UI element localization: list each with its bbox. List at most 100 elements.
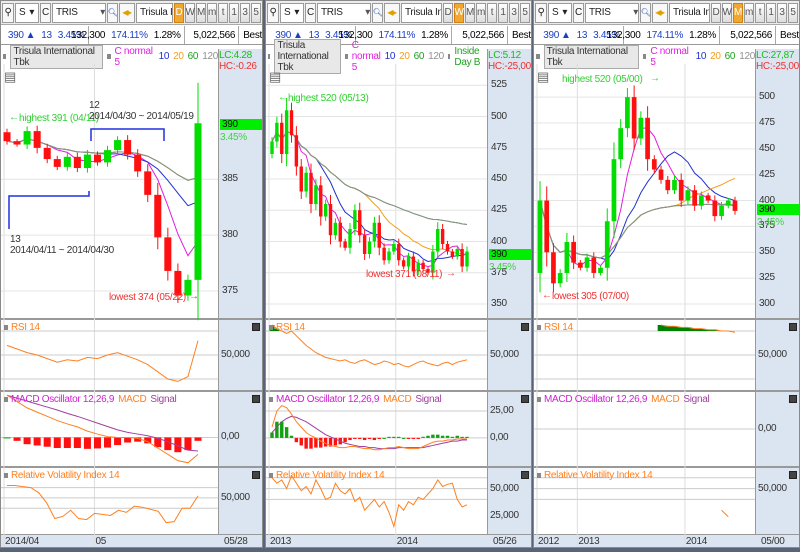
pane-divider [1, 390, 262, 392]
macd-histogram-bar [426, 435, 430, 438]
rvi-tick: 25,000 [490, 509, 519, 521]
lowest-annotation: lowest 374 (05/22) [109, 292, 186, 303]
candle-up [275, 122, 279, 142]
candle-up [63, 156, 71, 167]
candle-up [372, 222, 377, 242]
macd-histogram-bar [421, 436, 425, 438]
candle-up [611, 159, 617, 222]
macd-histogram-bar [465, 436, 469, 438]
macd-histogram-bar [114, 437, 122, 446]
candle-down [401, 260, 406, 267]
candle-down [319, 185, 323, 217]
candle-up [465, 251, 469, 267]
candle-down [362, 235, 367, 254]
highest-annotation: highest 391 (04/11) [19, 113, 99, 124]
rsi-label: RSI 14 [544, 322, 573, 333]
price-tick: 380 [222, 229, 238, 241]
chart-window-1: ⚲S▾CTRIS▾🔍︎◀▸Trisula InternatioDWMmt1353… [0, 0, 263, 548]
candle-down [134, 154, 142, 172]
macd-header: MACD Oscillator 12,26,9 MACD Signal [276, 394, 442, 405]
macd-histogram-bar [362, 437, 367, 441]
pane-divider [1, 318, 262, 320]
rsi-settings-button[interactable] [789, 323, 797, 331]
macd-settings-button[interactable] [789, 395, 797, 403]
macd-tick: 0,00 [490, 431, 509, 443]
candle-up [598, 267, 603, 273]
lowest-annotation: lowest 371 (08/11) [366, 269, 443, 280]
candle-up [83, 154, 91, 169]
price-tick: 500 [491, 110, 507, 122]
macd-histogram-bar [83, 437, 91, 449]
rvi-settings-button[interactable] [252, 471, 260, 479]
date-label: 2013 [578, 536, 600, 547]
handle-icon [269, 325, 273, 330]
candle-up [685, 190, 691, 201]
chart-canvas[interactable] [1, 1, 263, 548]
signal-line-label: Signal [683, 394, 710, 405]
period-b-count: 13 [10, 234, 21, 245]
candle-down [43, 147, 51, 160]
candle-up [604, 221, 610, 268]
candle-down [551, 252, 556, 284]
handle-icon [537, 473, 541, 478]
candle-up [618, 128, 624, 160]
rvi-settings-button[interactable] [789, 471, 797, 479]
rvi-label: Relative Volatility Index 14 [11, 470, 120, 481]
pane-divider [534, 318, 799, 320]
candle-down [343, 241, 347, 248]
candle-down [154, 194, 162, 238]
price-tick: 475 [491, 141, 507, 153]
macd-histogram-bar [104, 437, 112, 448]
macd-label: MACD Oscillator 12,26,9 [544, 394, 648, 405]
macd-histogram-bar [280, 421, 284, 438]
macd-settings-button[interactable] [252, 395, 260, 403]
macd-histogram-bar [377, 437, 381, 439]
macd-histogram-bar [270, 432, 274, 438]
macd-line-label: MACD [383, 394, 412, 405]
rsi-settings-button[interactable] [252, 323, 260, 331]
macd-histogram-bar [275, 421, 279, 438]
period-b-bracket [8, 191, 90, 229]
macd-histogram-bar [450, 436, 455, 438]
candle-down [678, 179, 684, 201]
macd-histogram-bar [13, 437, 21, 441]
macd-histogram-bar [184, 437, 192, 451]
candle-up [625, 97, 630, 129]
price-tick: 350 [491, 298, 507, 309]
rsi-label: RSI 14 [11, 322, 40, 333]
macd-histogram-bar [319, 437, 323, 448]
macd-histogram-bar [43, 437, 51, 447]
lowest-arrow-icon: ← [542, 290, 552, 301]
candle-up [564, 241, 570, 273]
macd-histogram-bar [445, 435, 450, 438]
date-label: 2012 [538, 536, 560, 547]
macd-histogram-bar [294, 437, 299, 443]
rvi-settings-button[interactable] [521, 471, 529, 479]
macd-settings-button[interactable] [521, 395, 529, 403]
candle-down [591, 257, 597, 273]
rsi-settings-button[interactable] [521, 323, 529, 331]
price-tick: 325 [759, 272, 775, 284]
rsi-tick: 50,000 [758, 349, 787, 360]
date-label: 05 [95, 536, 106, 547]
macd-histogram-bar [63, 437, 71, 448]
rvi-line [721, 509, 729, 518]
date-end-label: 05/26 [493, 536, 517, 547]
candle-down [445, 244, 450, 252]
candle-down [571, 241, 576, 263]
lowest-arrow-icon: → [189, 291, 199, 302]
macd-histogram-bar [124, 437, 132, 443]
date-label: 2013 [270, 536, 292, 547]
macd-histogram-bar [299, 437, 303, 446]
handle-icon [269, 397, 273, 402]
candle-down [3, 132, 11, 142]
macd-histogram-bar [411, 437, 416, 439]
candle-up [387, 251, 391, 261]
candle-down [651, 159, 657, 170]
handle-icon [537, 325, 541, 330]
candle-down [93, 154, 101, 163]
macd-histogram-bar [358, 437, 362, 439]
highest-annotation: highest 520 (05/13) [288, 93, 369, 104]
handle-icon [4, 473, 8, 478]
macd-histogram-bar [194, 437, 202, 441]
